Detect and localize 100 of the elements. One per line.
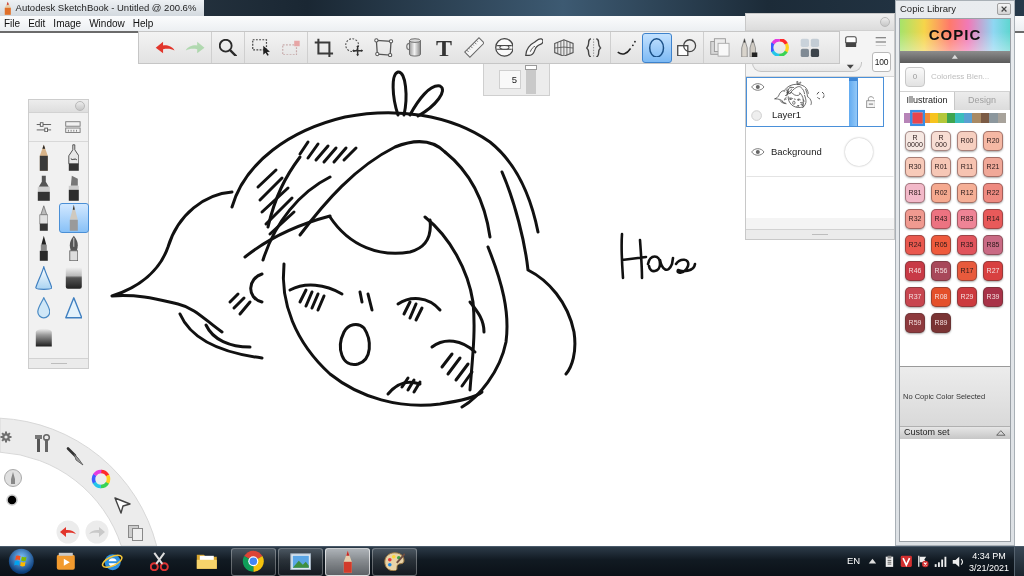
- eye-icon[interactable]: [751, 148, 765, 156]
- curved-line-icon: [617, 40, 637, 55]
- menu-item[interactable]: Help: [128, 16, 158, 31]
- layer-name: Layer1: [772, 107, 803, 122]
- eraser-icon[interactable]: [845, 35, 858, 48]
- triangle-icon: [64, 297, 83, 319]
- taskbar-app-button[interactable]: [372, 547, 417, 576]
- resize-grip[interactable]: [746, 229, 894, 239]
- up-arrow-icon[interactable]: [868, 558, 877, 565]
- hair-loops-drawing: [391, 70, 444, 118]
- dashed-rectangle-cursor-icon: [251, 38, 271, 57]
- menu-item[interactable]: Image: [49, 16, 86, 31]
- chisel-marker-icon: [67, 174, 80, 202]
- close-button[interactable]: [997, 3, 1011, 16]
- brush-set-icon[interactable]: [65, 120, 82, 134]
- menu-item[interactable]: Window: [85, 16, 129, 31]
- paint-can-icon: [406, 38, 422, 57]
- clock-time[interactable]: 4:34 PM: [972, 549, 1006, 562]
- tricolor-circle-icon: [242, 550, 265, 573]
- menu-item[interactable]: File: [0, 16, 25, 31]
- settings-gear-icon[interactable]: [0, 431, 12, 443]
- sliders-icon[interactable]: [35, 121, 52, 133]
- pencil-icon: [38, 144, 49, 172]
- stacked-pages-icon: [710, 38, 730, 57]
- play-folder-icon: [55, 552, 76, 571]
- undo-icon[interactable]: [56, 520, 80, 544]
- clipboard-icon[interactable]: [885, 555, 894, 568]
- droplet-icon: [36, 297, 51, 319]
- hammer-wrench-icon[interactable]: [35, 433, 51, 452]
- hue-segment[interactable]: [946, 112, 955, 123]
- hue-segment[interactable]: [997, 112, 1006, 123]
- text-tool-button[interactable]: T: [429, 32, 459, 63]
- circle-toggle-icon[interactable]: [751, 109, 763, 121]
- hue-segment[interactable]: [963, 112, 972, 123]
- flag-orb-icon: [8, 548, 35, 575]
- flag-error-icon[interactable]: [917, 554, 930, 569]
- color-wheel-icon[interactable]: [91, 469, 111, 489]
- paintbrush-icon[interactable]: [66, 447, 84, 466]
- rounded-eraser-icon: [34, 328, 53, 348]
- section-title: Custom set: [904, 426, 950, 440]
- clock-date[interactable]: 3/21/2021: [968, 561, 1009, 574]
- panel-title: Copic Library: [900, 2, 956, 17]
- landscape-picture-icon: [289, 552, 312, 571]
- scissors-icon: [150, 551, 169, 572]
- ellipse-tool-button[interactable]: [642, 32, 672, 63]
- pencil-puck-icon[interactable]: [4, 469, 22, 487]
- undo-arrow-icon: [154, 41, 176, 54]
- expand-caret-icon[interactable]: [951, 54, 959, 60]
- dashed-rectangle-square-icon: [281, 39, 301, 56]
- pen-icon: [38, 204, 49, 232]
- logo-text: COPIC: [928, 27, 982, 43]
- technical-pen-icon: [67, 144, 80, 172]
- taskbar-app-button[interactable]: [231, 547, 276, 576]
- padlock-icon[interactable]: [865, 95, 876, 109]
- folder-icon: [195, 553, 218, 570]
- marker-icon: [36, 174, 51, 202]
- dashed-circle-move-icon: [344, 38, 364, 57]
- four-squares-icon: [800, 37, 820, 58]
- brush-size-slider[interactable]: [526, 64, 536, 94]
- color-wheel-icon: [771, 38, 789, 56]
- caret-icon: [846, 63, 855, 70]
- menu-item[interactable]: Edit: [24, 16, 50, 31]
- layer-row[interactable]: Layer1: [746, 77, 884, 127]
- opacity-field[interactable]: 100: [872, 52, 891, 72]
- resize-grip[interactable]: [29, 358, 88, 368]
- nib-pen-icon: [68, 234, 79, 262]
- signal-bars-icon[interactable]: [933, 555, 948, 568]
- language-indicator[interactable]: EN: [843, 554, 864, 569]
- globe-ring-icon: [100, 552, 125, 571]
- striped-circle-icon: [494, 38, 514, 57]
- ellipse-icon: [649, 37, 665, 58]
- taskbar-app-button[interactable]: [325, 547, 370, 576]
- eraser-block-icon: [64, 266, 83, 290]
- show-desktop-button[interactable]: [1014, 547, 1024, 576]
- swatch-circle-icon[interactable]: [845, 138, 873, 166]
- curve-template-icon: [524, 38, 544, 57]
- stacked-pages-icon[interactable]: [128, 525, 143, 541]
- mirrored-brackets-icon: [586, 37, 602, 58]
- pencil-icon: [4, 0, 12, 16]
- window-title: Autodesk SketchBook - Untitled @ 200.6%: [13, 0, 205, 16]
- cursor-arrow-icon[interactable]: [114, 497, 131, 514]
- redo-arrow-icon: [184, 41, 206, 54]
- palette-icon: [383, 551, 406, 572]
- layer-name: Background: [770, 144, 823, 159]
- taskbar-app-button[interactable]: [278, 547, 323, 576]
- hue-segment[interactable]: [972, 112, 981, 123]
- v-badge-icon[interactable]: [900, 555, 913, 568]
- pencil-icon: [342, 549, 353, 574]
- category-tab[interactable]: Illustration: [900, 91, 955, 110]
- brush-size-field[interactable]: 5: [499, 69, 521, 89]
- soft-triangle-icon: [34, 265, 53, 291]
- eye-icon[interactable]: [751, 83, 765, 91]
- magnifier-icon: [219, 38, 237, 57]
- speaker-icon[interactable]: [951, 555, 964, 568]
- brush-pen-icon: [38, 234, 49, 262]
- hue-segment[interactable]: [989, 112, 998, 123]
- crop-icon: [314, 37, 334, 58]
- pencils-icon: [741, 37, 759, 58]
- hue-segment[interactable]: [980, 112, 989, 123]
- color-dot-icon[interactable]: [6, 494, 18, 506]
